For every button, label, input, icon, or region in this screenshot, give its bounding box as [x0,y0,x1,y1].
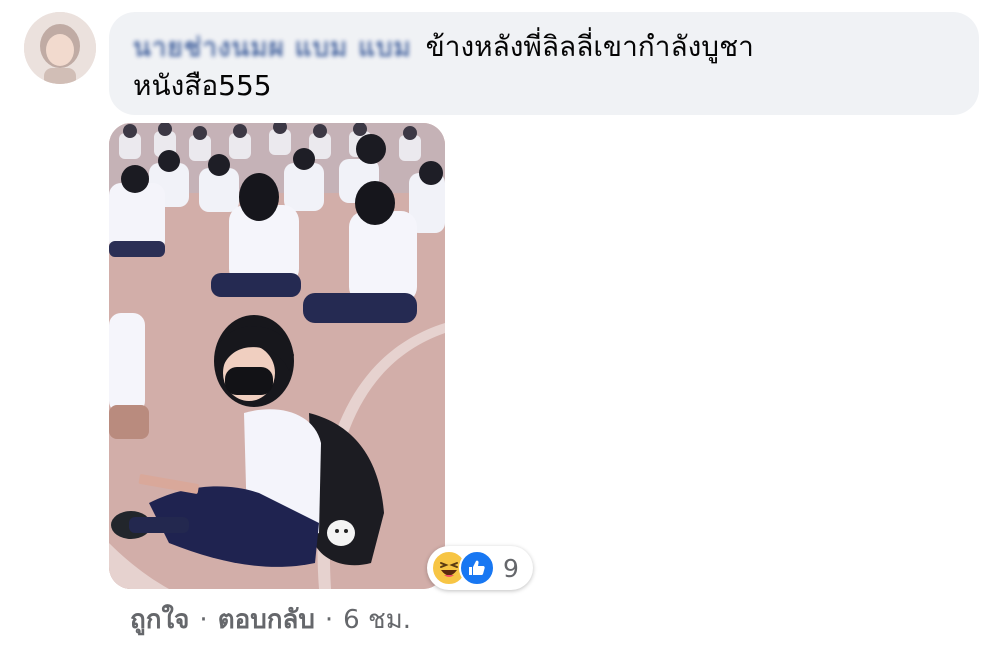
separator: · [199,605,208,635]
attached-photo[interactable] [109,123,445,589]
reaction-summary[interactable]: 9 [427,546,533,590]
avatar[interactable] [24,12,96,84]
author-name[interactable]: นายช่างนมผ แบม แบม [133,29,412,67]
separator: · [324,605,334,635]
comment-body: นายช่างนมผ แบม แบม ข้างหลังพี่ลิลลี่เขากำ… [133,28,955,105]
photo-image [109,123,445,589]
like-button[interactable]: ถูกใจ [130,600,189,640]
comment-text-line2: หนังสือ555 [133,69,272,102]
avatar-photo [24,12,96,84]
comment-actions: ถูกใจ · ตอบกลับ · 6 ชม. [130,600,411,640]
timestamp[interactable]: 6 ชม. [343,600,411,640]
comment-text-line1: ข้างหลังพี่ลิลลี่เขากำลังบูชา [425,30,754,63]
reply-button[interactable]: ตอบกลับ [218,600,315,640]
comment: นายช่างนมผ แบม แบม ข้างหลังพี่ลิลลี่เขากำ… [0,0,987,652]
reaction-count: 9 [503,553,519,583]
like-icon [459,550,495,586]
comment-bubble: นายช่างนมผ แบม แบม ข้างหลังพี่ลิลลี่เขากำ… [109,12,979,115]
